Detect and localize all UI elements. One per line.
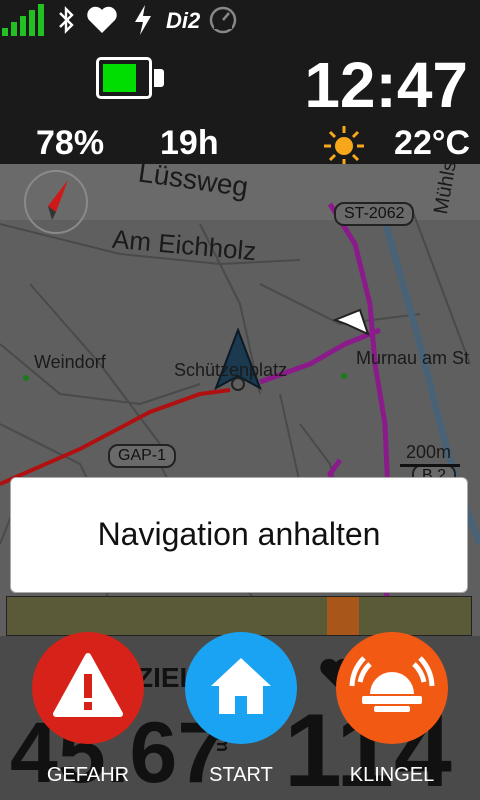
signal-bars-icon <box>2 4 44 36</box>
start-button[interactable] <box>185 632 297 744</box>
clock: 12:47 <box>304 49 468 121</box>
gefahr-button[interactable] <box>32 632 144 744</box>
map-label-weindorf: Weindorf <box>34 352 106 372</box>
battery-percent: 78% <box>36 124 105 162</box>
temperature: 22°C <box>394 124 470 162</box>
klingel-label: KLINGEL <box>349 764 435 786</box>
time-remaining: 19h <box>160 124 219 162</box>
battery-fill <box>103 64 136 92</box>
home-icon <box>211 658 271 714</box>
di2-icon: Di2 <box>166 8 201 33</box>
map-label-murnau: Murnau am St <box>356 348 470 368</box>
map-label-schuetzenplatz: Schützenplatz <box>174 360 288 380</box>
scale-bar <box>400 464 460 467</box>
bolt-icon <box>135 5 151 35</box>
status-bar: Di2 <box>0 0 480 40</box>
elevation-strip <box>6 596 472 636</box>
road-shield-gap1: GAP-1 <box>108 444 177 468</box>
scale-label: 200m <box>406 442 452 462</box>
start-label: START <box>209 764 273 786</box>
elevation-marker <box>327 597 359 635</box>
gefahr-label: GEFAHR <box>46 764 130 786</box>
stop-navigation-dialog[interactable]: Navigation anhalten <box>10 477 468 593</box>
warning-icon <box>53 653 123 717</box>
battery-tip <box>154 69 164 87</box>
sun-icon <box>324 126 364 166</box>
gauge-icon <box>209 6 237 34</box>
header-panel: 78% 19h 12:47 22°C <box>0 40 480 166</box>
battery-icon <box>96 57 152 99</box>
compass-icon[interactable] <box>24 170 88 234</box>
road-shield-st2062: ST-2062 <box>334 202 415 226</box>
bluetooth-icon <box>59 6 74 34</box>
klingel-button[interactable] <box>336 632 448 744</box>
dialog-message: Navigation anhalten <box>97 516 381 552</box>
bell-icon <box>349 656 435 712</box>
heart-icon <box>87 6 117 34</box>
